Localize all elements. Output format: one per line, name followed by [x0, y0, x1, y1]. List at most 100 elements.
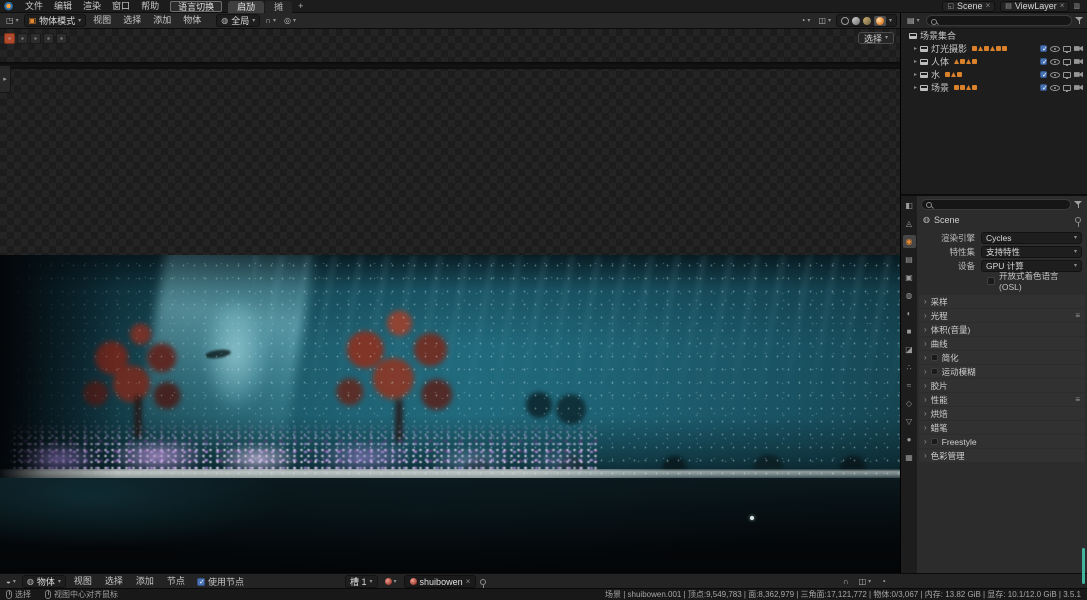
motion-blur-checkbox[interactable] [930, 368, 938, 375]
copy-viewlayer-button[interactable]: ▥ [1070, 0, 1083, 13]
object-visibility-dropdown[interactable]: ◔ ▾ [798, 14, 814, 27]
modifiers-tab-icon[interactable]: ◪ [903, 343, 916, 356]
editor-type-button[interactable]: ◒ ▾ [3, 575, 19, 588]
section-bake[interactable]: › 烘焙 [919, 407, 1085, 420]
filter-icon[interactable] [1074, 200, 1083, 209]
tool-icon[interactable] [17, 33, 28, 44]
properties-editor-icon[interactable]: ◧ [903, 199, 916, 212]
outliner-row-water[interactable]: ▸ 水 [901, 68, 1087, 81]
shader-type-select[interactable]: ◍ 物体 ▾ [21, 575, 66, 588]
tool-icon[interactable] [56, 33, 67, 44]
blender-logo-icon[interactable] [4, 1, 16, 11]
render-tab-icon[interactable]: ◉ [902, 235, 916, 248]
menu-icon[interactable]: ≡ [1075, 311, 1080, 320]
close-icon[interactable]: × [1060, 2, 1065, 10]
pin-icon[interactable] [480, 578, 487, 589]
pin-icon[interactable] [1075, 216, 1081, 227]
viewport-menu-object[interactable]: 物体 [178, 14, 206, 27]
particles-tab-icon[interactable]: ∴ [903, 361, 916, 374]
mode-select[interactable]: ▣ 物体模式 ▾ [23, 14, 87, 27]
tool-icon[interactable] [30, 33, 41, 44]
outliner-row-human[interactable]: ▸ 人体 [901, 55, 1087, 68]
material-tab-icon[interactable]: ● [903, 433, 916, 446]
outliner-row-scene[interactable]: ▸ 场景 [901, 81, 1087, 94]
osl-checkbox[interactable] [987, 276, 995, 285]
eye-icon[interactable] [1050, 71, 1060, 78]
annotate-tool-icon[interactable] [4, 33, 15, 44]
disclosure-icon[interactable]: ▸ [914, 59, 917, 65]
material-name-field[interactable]: shuibowen × [403, 575, 477, 588]
section-motion-blur[interactable]: › 运动模糊 [919, 365, 1085, 378]
render-slot-select[interactable]: 选择 ▾ [857, 32, 894, 44]
shader-menu-node[interactable]: 节点 [162, 575, 190, 588]
viewport-canvas[interactable]: 选择 ▾ ▸ [0, 29, 900, 573]
gizmo-toggle[interactable]: ◔ [878, 575, 889, 588]
toolbar-collapse-tab[interactable]: ▸ [0, 65, 11, 93]
section-freestyle[interactable]: › Freestyle [919, 435, 1085, 448]
light-object-dot[interactable] [750, 516, 754, 520]
transform-orientation-select[interactable]: ◍ 全局 ▾ [216, 14, 261, 27]
freestyle-checkbox[interactable] [930, 438, 938, 445]
scene-tab-icon[interactable]: ◍ [903, 289, 916, 302]
eye-icon[interactable] [1050, 45, 1060, 52]
section-curves[interactable]: › 曲线 [919, 337, 1085, 350]
solid-shading-button[interactable] [851, 16, 860, 25]
workspace-tab[interactable]: 摊 [265, 0, 293, 13]
editor-type-button[interactable]: ◳ ▾ [3, 14, 22, 27]
close-icon[interactable]: × [986, 2, 991, 10]
texture-tab-icon[interactable]: ▦ [903, 451, 916, 464]
physics-tab-icon[interactable]: ≈ [903, 379, 916, 392]
overlays-toggle[interactable]: ◫ ▾ [815, 14, 834, 27]
material-preview-button[interactable] [862, 16, 871, 25]
viewport-menu-add[interactable]: 添加 [148, 14, 176, 27]
use-nodes-checkbox[interactable] [196, 577, 205, 586]
unlink-icon[interactable]: × [466, 577, 471, 586]
menu-render[interactable]: 渲染 [78, 0, 106, 13]
shader-menu-select[interactable]: 选择 [100, 575, 128, 588]
outliner-row-lights-camera[interactable]: ▸ 灯光摄影 [901, 42, 1087, 55]
disclosure-icon[interactable]: ▸ [914, 72, 917, 78]
screen-icon[interactable] [1063, 84, 1071, 92]
workspace-tab-active[interactable]: 启劢 [228, 0, 265, 13]
section-film[interactable]: › 胶片 [919, 379, 1085, 392]
exclude-checkbox[interactable] [1040, 45, 1048, 53]
output-tab-icon[interactable]: ▤ [903, 253, 916, 266]
scrollbar-thumb[interactable] [1082, 548, 1085, 584]
simplify-checkbox[interactable] [930, 354, 938, 361]
viewlayer-selector[interactable]: ▤ ViewLayer × [1000, 0, 1070, 12]
outliner-editor-button[interactable]: ▤ ▾ [904, 14, 923, 27]
screen-icon[interactable] [1063, 71, 1071, 79]
disclosure-icon[interactable]: ▸ [914, 85, 917, 91]
rendered-shading-button[interactable] [875, 16, 884, 25]
world-tab-icon[interactable]: ◐ [903, 307, 916, 320]
shader-menu-add[interactable]: 添加 [131, 575, 159, 588]
eye-icon[interactable] [1050, 58, 1060, 65]
object-tab-icon[interactable]: ■ [903, 325, 916, 338]
browse-material-button[interactable]: ▾ [382, 575, 400, 588]
menu-icon[interactable]: ≡ [1075, 395, 1080, 404]
viewport-menu-view[interactable]: 视图 [88, 14, 116, 27]
disclosure-icon[interactable]: ▸ [914, 46, 917, 52]
section-light-paths[interactable]: › 光程 ≡ [919, 309, 1085, 322]
tool-icon[interactable] [43, 33, 54, 44]
exclude-checkbox[interactable] [1040, 58, 1048, 66]
screen-icon[interactable] [1063, 58, 1071, 66]
camera-icon[interactable] [1074, 71, 1083, 78]
snap-toggle[interactable]: ∩ ▾ [262, 14, 279, 27]
viewport-menu-select[interactable]: 选择 [118, 14, 146, 27]
language-toggle-button[interactable]: 语言切换 [170, 0, 223, 12]
menu-edit[interactable]: 编辑 [49, 0, 77, 13]
feature-set-select[interactable]: 支持特性 ▾ [981, 245, 1082, 258]
exclude-checkbox[interactable] [1040, 84, 1048, 92]
section-performance[interactable]: › 性能 ≡ [919, 393, 1085, 406]
properties-search-input[interactable] [921, 198, 1071, 210]
section-grease-pencil[interactable]: › 蜡笔 [919, 421, 1085, 434]
menu-window[interactable]: 窗口 [107, 0, 135, 13]
viewlayer-tab-icon[interactable]: ▣ [903, 271, 916, 284]
proportional-edit-toggle[interactable]: ◎ ▾ [281, 14, 299, 27]
section-sampling[interactable]: › 采样 [919, 295, 1085, 308]
menu-file[interactable]: 文件 [20, 0, 48, 13]
camera-icon[interactable] [1074, 84, 1083, 91]
exclude-checkbox[interactable] [1040, 71, 1048, 79]
screen-icon[interactable] [1063, 45, 1071, 53]
